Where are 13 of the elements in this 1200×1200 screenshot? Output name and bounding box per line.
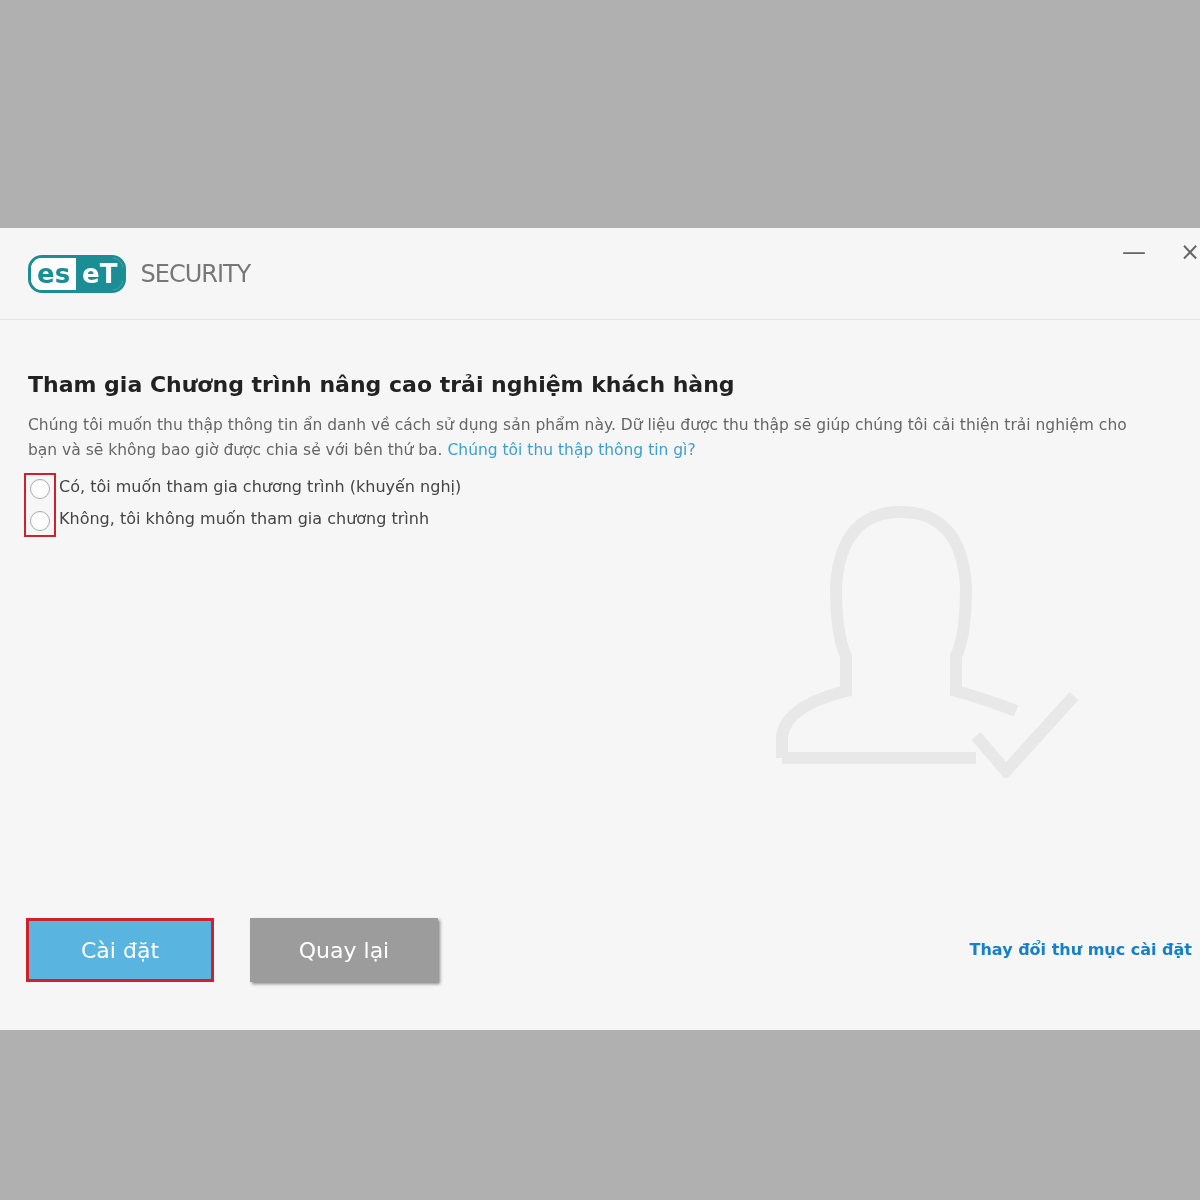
product-name: SECURITY	[140, 258, 251, 290]
option-label[interactable]: Có, tôi muốn tham gia chương trình (khuyến nghị)	[59, 475, 462, 499]
radio-button[interactable]	[30, 511, 50, 531]
back-button[interactable]: Quay lại	[250, 918, 438, 982]
page-heading: Tham gia Chương trình nâng cao trải nghiệm khách hàng	[28, 371, 736, 399]
minimize-button[interactable]: —	[1121, 238, 1146, 266]
info-link[interactable]: Chúng tôi thu thập thông tin gì?	[447, 441, 696, 459]
description-text: Chúng tôi muốn thu thập thông tin ẩn danh về cách sử dụng sản phẩm này. Dữ liệu được thu thập sẽ giúp chúng tôi cải thiện trải nghiệm cho bạn và sẽ không bao giờ được chia sẻ với bên thứ ba. Chúng tôi thu thập thông tin gì?	[28, 415, 1128, 461]
eset-logo: es eT	[28, 254, 127, 293]
change-folder-link[interactable]: Thay đổi thư mục cài đặt	[969, 938, 1192, 962]
option-label[interactable]: Không, tôi không muốn tham gia chương trình	[59, 507, 462, 531]
close-button[interactable]: ×	[1179, 238, 1200, 266]
radio-button[interactable]	[30, 479, 50, 499]
